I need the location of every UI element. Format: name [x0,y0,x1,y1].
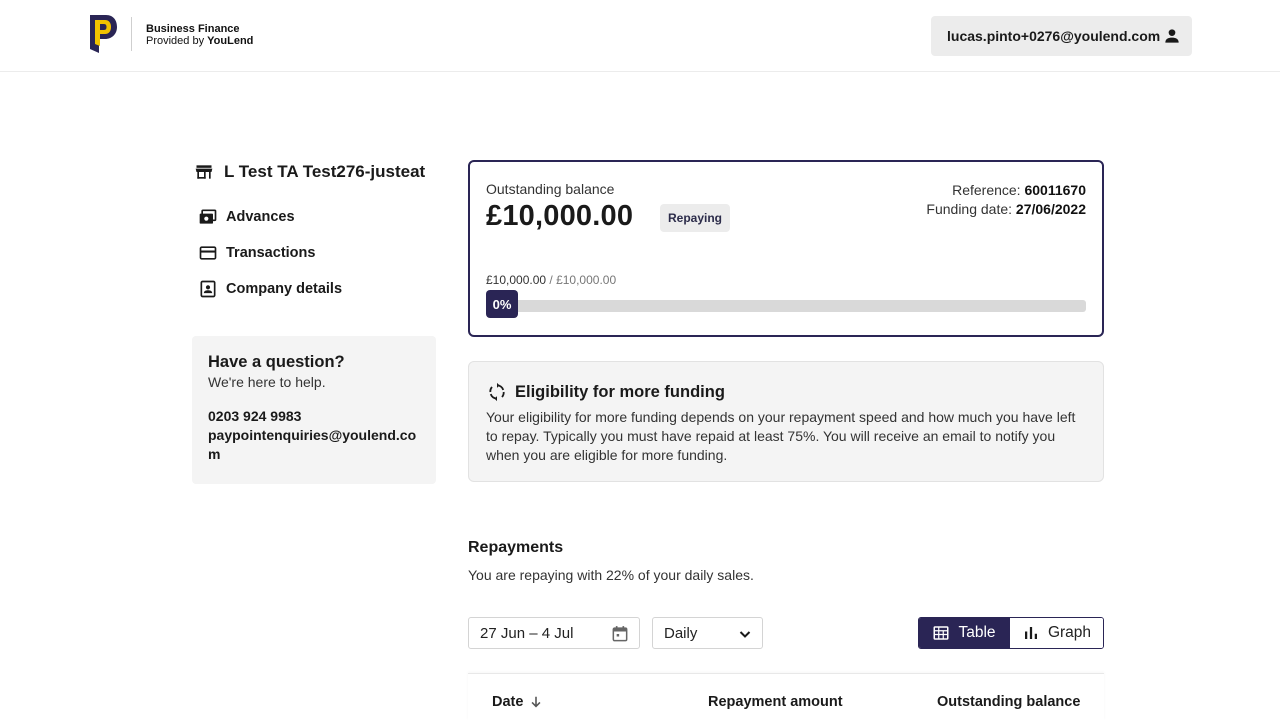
brand-prefix: Provided by [146,35,208,47]
progress-percent: 0% [486,290,518,318]
company-heading: L Test TA Test276-justeat [194,162,425,182]
reference-block: Reference: 60011670 Funding date: 27/06/… [926,181,1086,219]
status-badge: Repaying [660,204,730,232]
eligibility-panel: Eligibility for more funding Your eligib… [468,361,1104,482]
bar-chart-icon [1024,627,1037,639]
progress-track [486,300,1086,312]
contact-icon [200,280,216,298]
table-view-label: Table [958,624,996,641]
date-range-value: 27 Jun – 4 Jul [480,624,574,642]
period-select[interactable]: Daily [652,617,763,649]
column-header-label: Date [492,694,524,710]
brand-line2: Provided by YouLend [146,35,253,47]
funding-date-label: Funding date: [926,201,1016,217]
balance-card: Outstanding balance £10,000.00 Repaying … [468,160,1104,337]
column-header-label: Repayment amount [708,694,843,710]
sidebar-item-label: Transactions [226,245,316,261]
date-range-picker[interactable]: 27 Jun – 4 Jul [468,617,640,649]
company-name: L Test TA Test276-justeat [224,162,426,181]
reference-label: Reference: [952,182,1025,198]
repayments-table-header: Date Repayment amount Outstanding balanc… [468,673,1104,720]
table-icon [933,626,949,640]
brand-name: YouLend [207,35,254,47]
logo-divider [131,17,132,51]
refresh-icon [489,382,505,402]
brand-line1: Business Finance [146,23,240,35]
eligibility-body: Your eligibility for more funding depend… [486,409,1076,463]
progress-text: £10,000.00 / £10,000.00 [486,273,616,287]
balance-amount: £10,000.00 [486,200,634,232]
chevron-down-icon [739,631,751,638]
sidebar-item-label: Company details [226,281,343,297]
progress-total: / £10,000.00 [546,273,617,287]
brand-text: Business Finance Provided by YouLend [146,23,253,47]
arrow-down-icon [531,696,541,708]
person-icon [1165,29,1179,43]
help-box: Have a question? We're here to help. 020… [192,336,436,484]
graph-view-label: Graph [1047,624,1092,641]
help-phone[interactable]: 0203 924 9983 [208,407,420,426]
user-account-button[interactable]: lucas.pinto+0276@youlend.com [931,16,1192,56]
column-header-outstanding-balance[interactable]: Outstanding balance [937,694,1080,710]
progress-current: £10,000.00 [486,273,547,287]
paypoint-logo-icon[interactable] [88,13,118,55]
period-value: Daily [664,624,698,642]
funding-date-line: Funding date: 27/06/2022 [926,200,1086,219]
help-email[interactable]: paypointenquiries@youlend.com [208,426,420,464]
card-icon [199,246,217,260]
funding-date-value: 27/06/2022 [1015,201,1086,217]
repayments-subtitle: You are repaying with 22% of your daily … [468,567,754,583]
sidebar-item-label: Advances [226,209,295,225]
calendar-icon[interactable] [610,624,630,644]
column-header-repayment-amount[interactable]: Repayment amount [708,694,843,710]
sidebar-item-company-details[interactable]: Company details [198,279,342,299]
table-view-button[interactable]: Table [919,618,1009,648]
sidebar-item-advances[interactable]: Advances [198,207,295,227]
top-header: Business Finance Provided by YouLend luc… [0,0,1280,72]
view-toggle: Table Graph [918,617,1104,649]
graph-view-button[interactable]: Graph [1009,618,1103,648]
balance-label: Outstanding balance [486,181,615,197]
reference-line: Reference: 60011670 [926,181,1086,200]
repayments-title: Repayments [468,539,564,556]
column-header-label: Outstanding balance [937,694,1081,710]
eligibility-title: Eligibility for more funding [515,382,725,401]
user-email: lucas.pinto+0276@youlend.com [947,28,1161,44]
reference-value: 60011670 [1024,182,1086,198]
eligibility-title-row: Eligibility for more funding [487,382,725,402]
sidebar-item-transactions[interactable]: Transactions [198,243,315,263]
money-icon [199,209,217,224]
store-icon [195,165,213,179]
help-title: Have a question? [208,353,345,371]
column-header-date[interactable]: Date [492,694,543,710]
help-subtitle: We're here to help. [208,374,326,390]
